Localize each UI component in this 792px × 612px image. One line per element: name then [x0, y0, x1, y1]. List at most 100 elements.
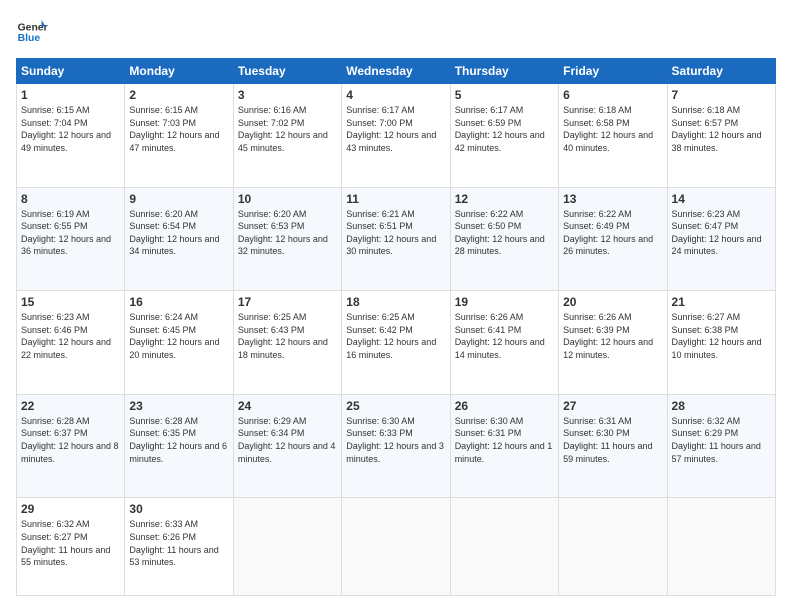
day-cell: 23Sunrise: 6:28 AMSunset: 6:35 PMDayligh…	[125, 394, 233, 498]
calendar-week-row: 22 Sunrise: 6:28 AMSunset: 6:37 PMDayligh…	[17, 394, 776, 498]
day-info: Sunrise: 6:19 AMSunset: 6:55 PMDaylight:…	[21, 208, 120, 258]
day-info: Sunrise: 6:26 AMSunset: 6:41 PMDaylight:…	[455, 311, 554, 361]
day-info: Sunrise: 6:20 AMSunset: 6:53 PMDaylight:…	[238, 208, 337, 258]
empty-day-cell	[559, 498, 667, 596]
day-cell: 13 Sunrise: 6:22 AMSunset: 6:49 PMDayligh…	[559, 187, 667, 291]
day-info: Sunrise: 6:17 AMSunset: 6:59 PMDaylight:…	[455, 104, 554, 154]
empty-day-cell	[342, 498, 450, 596]
calendar-header-row: SundayMondayTuesdayWednesdayThursdayFrid…	[17, 59, 776, 84]
day-cell: 10 Sunrise: 6:20 AMSunset: 6:53 PMDayligh…	[233, 187, 341, 291]
day-info: Sunrise: 6:25 AMSunset: 6:43 PMDaylight:…	[238, 311, 337, 361]
day-info: Sunrise: 6:30 AMSunset: 6:33 PMDaylight:…	[346, 415, 445, 465]
day-number: 29	[21, 502, 120, 516]
day-cell: 9 Sunrise: 6:20 AMSunset: 6:54 PMDaylight…	[125, 187, 233, 291]
day-cell: 11 Sunrise: 6:21 AMSunset: 6:51 PMDayligh…	[342, 187, 450, 291]
day-number: 2	[129, 88, 228, 102]
day-number: 18	[346, 295, 445, 309]
calendar-header-saturday: Saturday	[667, 59, 775, 84]
calendar-week-row: 1 Sunrise: 6:15 AMSunset: 7:04 PMDaylight…	[17, 84, 776, 188]
day-number: 9	[129, 192, 228, 206]
page-header: General Blue	[16, 16, 776, 48]
day-info: Sunrise: 6:33 AMSunset: 6:26 PMDaylight:…	[129, 518, 228, 568]
day-number: 23	[129, 399, 228, 413]
day-info: Sunrise: 6:32 AMSunset: 6:29 PMDaylight:…	[672, 415, 771, 465]
day-number: 30	[129, 502, 228, 516]
day-info: Sunrise: 6:29 AMSunset: 6:34 PMDaylight:…	[238, 415, 337, 465]
day-info: Sunrise: 6:32 AMSunset: 6:27 PMDaylight:…	[21, 518, 120, 568]
calendar-header-thursday: Thursday	[450, 59, 558, 84]
day-info: Sunrise: 6:30 AMSunset: 6:31 PMDaylight:…	[455, 415, 554, 465]
day-cell: 6 Sunrise: 6:18 AMSunset: 6:58 PMDaylight…	[559, 84, 667, 188]
day-number: 10	[238, 192, 337, 206]
day-cell: 4 Sunrise: 6:17 AMSunset: 7:00 PMDaylight…	[342, 84, 450, 188]
calendar-header-friday: Friday	[559, 59, 667, 84]
day-cell: 26 Sunrise: 6:30 AMSunset: 6:31 PMDayligh…	[450, 394, 558, 498]
day-info: Sunrise: 6:15 AMSunset: 7:03 PMDaylight:…	[129, 104, 228, 154]
day-cell: 22 Sunrise: 6:28 AMSunset: 6:37 PMDayligh…	[17, 394, 125, 498]
day-cell: 25 Sunrise: 6:30 AMSunset: 6:33 PMDayligh…	[342, 394, 450, 498]
day-info: Sunrise: 6:20 AMSunset: 6:54 PMDaylight:…	[129, 208, 228, 258]
day-cell: 18 Sunrise: 6:25 AMSunset: 6:42 PMDayligh…	[342, 291, 450, 395]
day-cell: 5 Sunrise: 6:17 AMSunset: 6:59 PMDaylight…	[450, 84, 558, 188]
day-cell: 15Sunrise: 6:23 AMSunset: 6:46 PMDayligh…	[17, 291, 125, 395]
empty-day-cell	[233, 498, 341, 596]
day-info: Sunrise: 6:15 AMSunset: 7:04 PMDaylight:…	[21, 104, 120, 154]
calendar-header-sunday: Sunday	[17, 59, 125, 84]
day-number: 15	[21, 295, 120, 309]
day-number: 26	[455, 399, 554, 413]
day-cell: 7 Sunrise: 6:18 AMSunset: 6:57 PMDaylight…	[667, 84, 775, 188]
day-cell: 20Sunrise: 6:26 AMSunset: 6:39 PMDayligh…	[559, 291, 667, 395]
day-info: Sunrise: 6:26 AMSunset: 6:39 PMDaylight:…	[563, 311, 662, 361]
calendar-week-row: 8 Sunrise: 6:19 AMSunset: 6:55 PMDaylight…	[17, 187, 776, 291]
day-number: 16	[129, 295, 228, 309]
day-cell: 16Sunrise: 6:24 AMSunset: 6:45 PMDayligh…	[125, 291, 233, 395]
calendar-week-row: 15Sunrise: 6:23 AMSunset: 6:46 PMDayligh…	[17, 291, 776, 395]
day-number: 24	[238, 399, 337, 413]
day-number: 14	[672, 192, 771, 206]
calendar-header-monday: Monday	[125, 59, 233, 84]
day-info: Sunrise: 6:27 AMSunset: 6:38 PMDaylight:…	[672, 311, 771, 361]
day-info: Sunrise: 6:21 AMSunset: 6:51 PMDaylight:…	[346, 208, 445, 258]
day-info: Sunrise: 6:17 AMSunset: 7:00 PMDaylight:…	[346, 104, 445, 154]
day-number: 5	[455, 88, 554, 102]
calendar-table: SundayMondayTuesdayWednesdayThursdayFrid…	[16, 58, 776, 596]
calendar-header-wednesday: Wednesday	[342, 59, 450, 84]
day-number: 19	[455, 295, 554, 309]
day-info: Sunrise: 6:23 AMSunset: 6:47 PMDaylight:…	[672, 208, 771, 258]
calendar-header-tuesday: Tuesday	[233, 59, 341, 84]
day-cell: 24 Sunrise: 6:29 AMSunset: 6:34 PMDayligh…	[233, 394, 341, 498]
day-number: 21	[672, 295, 771, 309]
logo: General Blue	[16, 16, 48, 48]
day-number: 11	[346, 192, 445, 206]
day-cell: 27 Sunrise: 6:31 AMSunset: 6:30 PMDayligh…	[559, 394, 667, 498]
day-number: 3	[238, 88, 337, 102]
day-cell: 29 Sunrise: 6:32 AMSunset: 6:27 PMDayligh…	[17, 498, 125, 596]
logo-icon: General Blue	[16, 16, 48, 48]
day-number: 4	[346, 88, 445, 102]
day-number: 1	[21, 88, 120, 102]
day-cell: 17Sunrise: 6:25 AMSunset: 6:43 PMDayligh…	[233, 291, 341, 395]
day-cell: 28Sunrise: 6:32 AMSunset: 6:29 PMDayligh…	[667, 394, 775, 498]
day-info: Sunrise: 6:18 AMSunset: 6:58 PMDaylight:…	[563, 104, 662, 154]
day-info: Sunrise: 6:16 AMSunset: 7:02 PMDaylight:…	[238, 104, 337, 154]
day-info: Sunrise: 6:25 AMSunset: 6:42 PMDaylight:…	[346, 311, 445, 361]
day-number: 6	[563, 88, 662, 102]
empty-day-cell	[450, 498, 558, 596]
calendar-week-row: 29 Sunrise: 6:32 AMSunset: 6:27 PMDayligh…	[17, 498, 776, 596]
day-number: 7	[672, 88, 771, 102]
day-cell: 21 Sunrise: 6:27 AMSunset: 6:38 PMDayligh…	[667, 291, 775, 395]
day-info: Sunrise: 6:31 AMSunset: 6:30 PMDaylight:…	[563, 415, 662, 465]
day-number: 25	[346, 399, 445, 413]
day-cell: 1 Sunrise: 6:15 AMSunset: 7:04 PMDaylight…	[17, 84, 125, 188]
day-number: 8	[21, 192, 120, 206]
day-number: 22	[21, 399, 120, 413]
day-number: 13	[563, 192, 662, 206]
day-cell: 14 Sunrise: 6:23 AMSunset: 6:47 PMDayligh…	[667, 187, 775, 291]
day-info: Sunrise: 6:22 AMSunset: 6:49 PMDaylight:…	[563, 208, 662, 258]
day-number: 27	[563, 399, 662, 413]
day-cell: 19 Sunrise: 6:26 AMSunset: 6:41 PMDayligh…	[450, 291, 558, 395]
day-info: Sunrise: 6:22 AMSunset: 6:50 PMDaylight:…	[455, 208, 554, 258]
day-cell: 8 Sunrise: 6:19 AMSunset: 6:55 PMDaylight…	[17, 187, 125, 291]
day-info: Sunrise: 6:28 AMSunset: 6:37 PMDaylight:…	[21, 415, 120, 465]
day-info: Sunrise: 6:18 AMSunset: 6:57 PMDaylight:…	[672, 104, 771, 154]
